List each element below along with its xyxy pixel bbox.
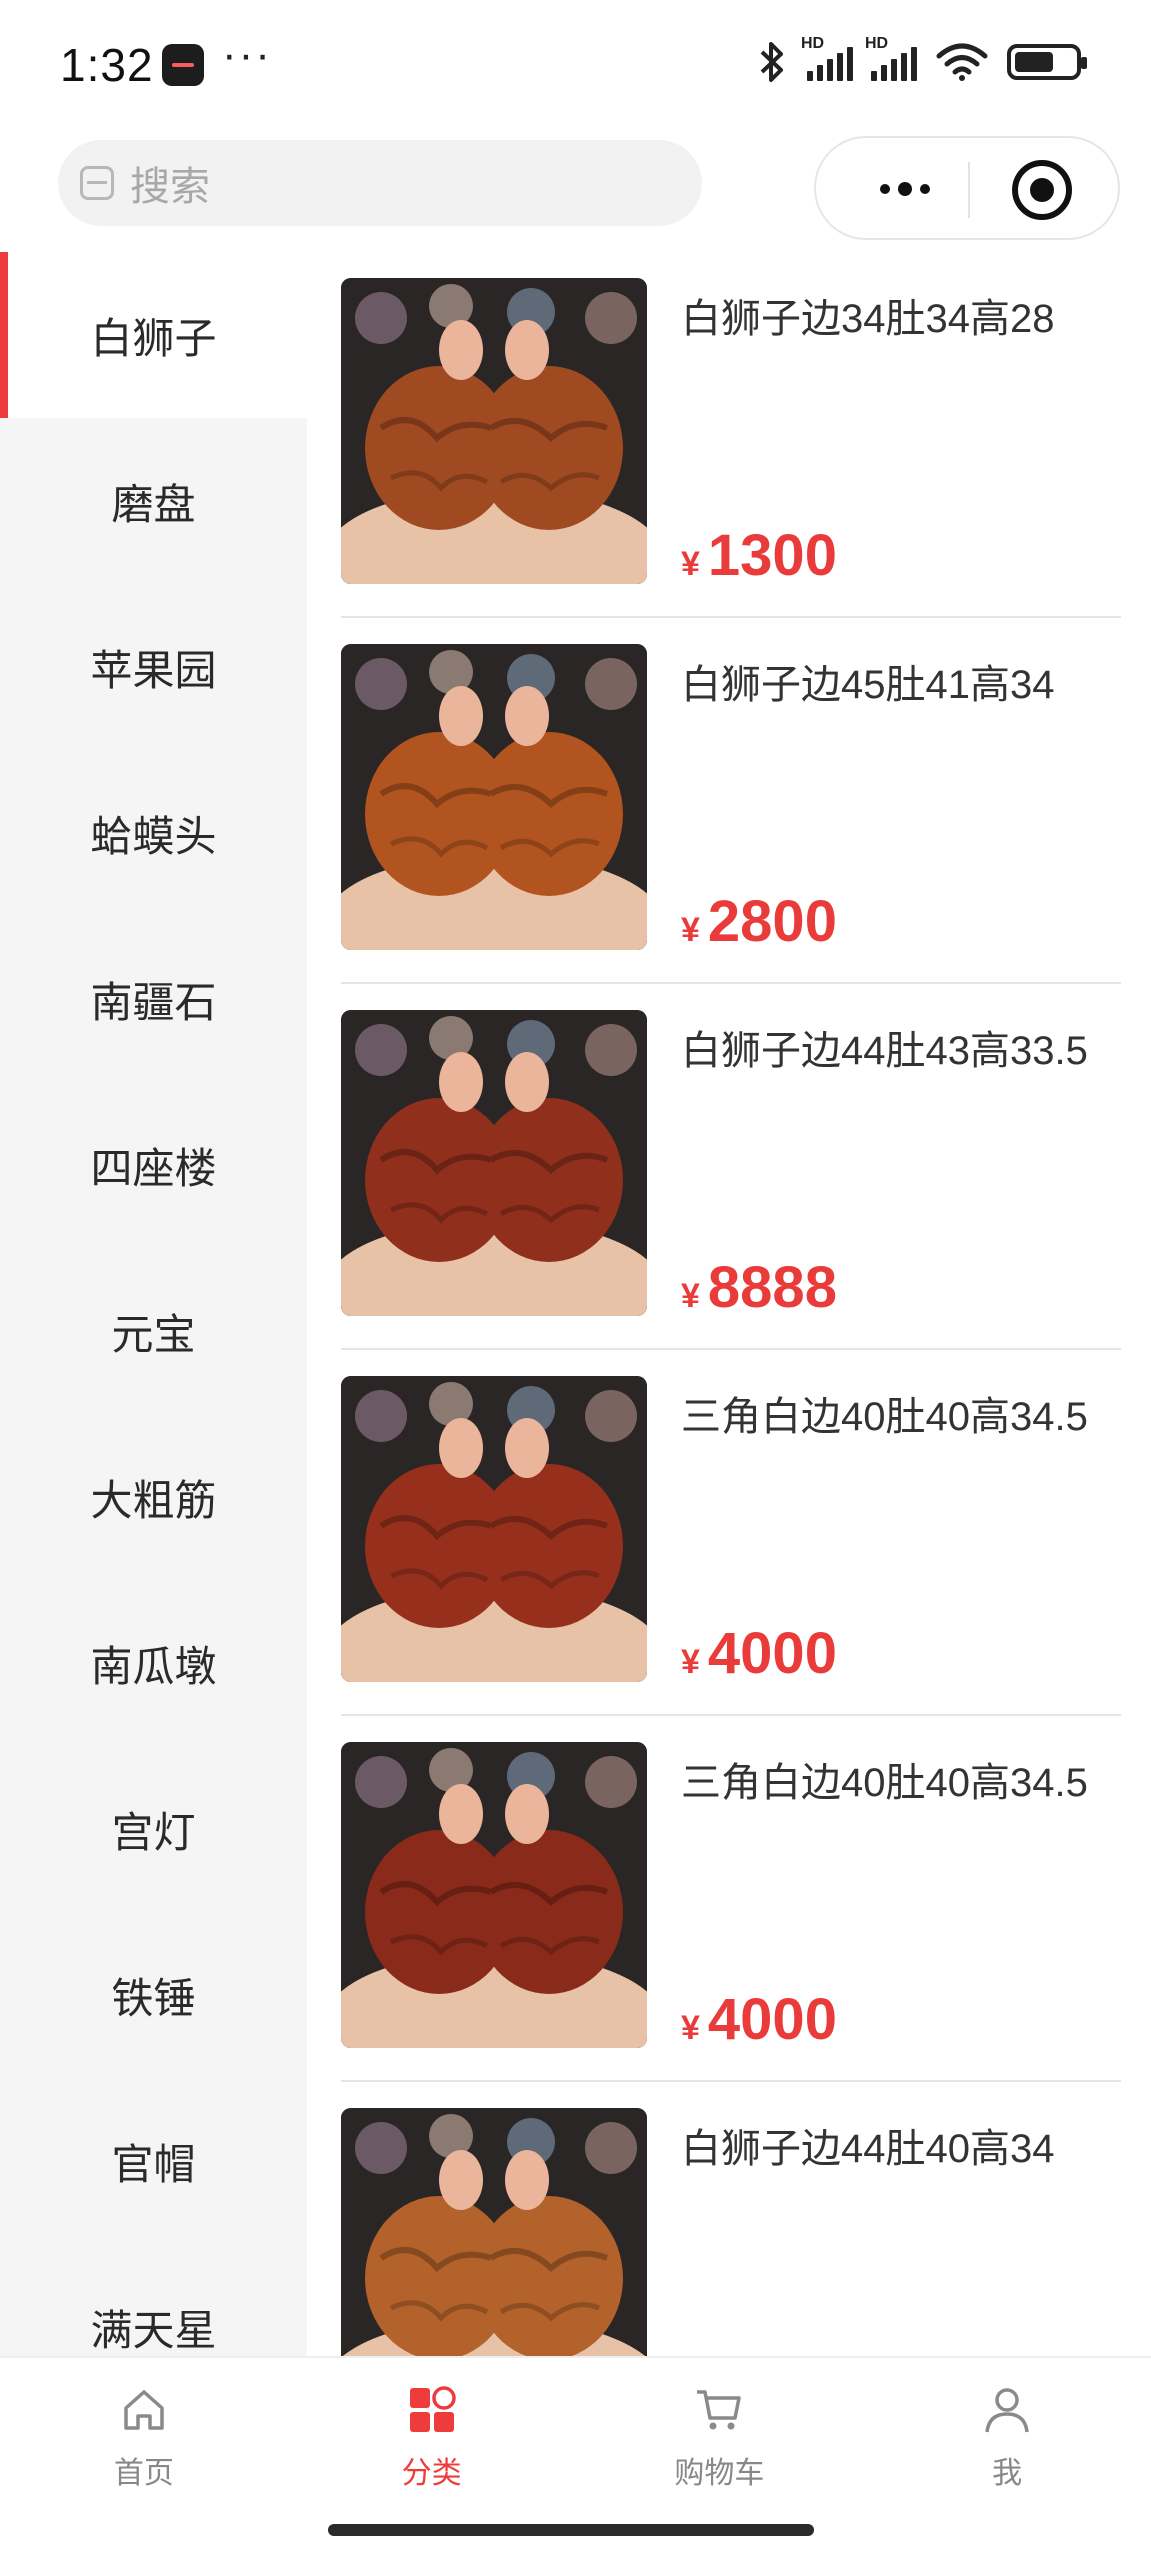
sidebar-item[interactable]: 铁锤	[0, 1912, 307, 2078]
product-title: 三角白边40肚40高34.5	[681, 1395, 1088, 1439]
tab-label: 购物车	[674, 2457, 765, 2490]
wifi-icon	[936, 43, 988, 81]
profile-icon	[981, 2384, 1033, 2436]
price-currency: ¥	[681, 911, 700, 949]
price-currency: ¥	[681, 2009, 700, 2047]
product-price: ¥8888	[681, 1254, 837, 1321]
bluetooth-icon	[760, 42, 783, 82]
tab-profile[interactable]: 我	[863, 2358, 1151, 2508]
bottom-tab-bar: 首页 分类 购物车 我	[0, 2356, 1151, 2508]
more-icon[interactable]	[860, 164, 950, 214]
sidebar-item[interactable]: 官帽	[0, 2078, 307, 2244]
product-card[interactable]: 三角白边40肚40高34.5 ¥4000	[341, 1350, 1121, 1718]
system-icons: HD HD	[755, 35, 1087, 84]
cart-icon	[693, 2384, 745, 2436]
sidebar-item[interactable]: 南瓜墩	[0, 1580, 307, 1746]
price-amount: 4000	[707, 1987, 837, 2052]
product-image[interactable]	[341, 1376, 647, 1682]
product-price: ¥1300	[681, 522, 837, 589]
product-image[interactable]	[341, 644, 647, 950]
product-title: 白狮子边44肚40高34	[681, 2127, 1055, 2171]
tab-label: 首页	[113, 2457, 174, 2490]
miniprogram-capsule	[814, 136, 1120, 240]
tab-category[interactable]: 分类	[288, 2358, 576, 2508]
capsule-divider	[968, 162, 970, 218]
search-placeholder: 搜索	[130, 165, 210, 209]
product-image[interactable]	[341, 278, 647, 584]
product-card[interactable]: 三角白边40肚40高34.5 ¥4000	[341, 1716, 1121, 2084]
product-card[interactable]: 白狮子边34肚34高28 ¥1300	[341, 252, 1121, 620]
tab-home[interactable]: 首页	[0, 2358, 288, 2508]
price-amount: 8888	[707, 1255, 837, 1320]
category-icon	[406, 2384, 458, 2436]
product-price: ¥2800	[681, 888, 837, 955]
status-time: 1:32	[60, 39, 154, 91]
price-amount: 1300	[707, 523, 837, 588]
sidebar-item[interactable]: 南疆石	[0, 916, 307, 1082]
sidebar-item[interactable]: 白狮子	[0, 252, 307, 418]
sidebar-item[interactable]: 蛤蟆头	[0, 750, 307, 916]
search-bar[interactable]: 搜索	[58, 140, 702, 226]
home-indicator	[328, 2524, 814, 2536]
sidebar-item[interactable]: 磨盘	[0, 418, 307, 584]
battery-icon	[1007, 44, 1087, 80]
sidebar-item[interactable]: 苹果园	[0, 584, 307, 750]
product-title: 白狮子边45肚41高34	[681, 663, 1055, 707]
signal-hd-icon: HD	[801, 35, 853, 81]
recorder-app-icon	[162, 44, 204, 86]
product-title: 白狮子边34肚34高28	[681, 297, 1055, 341]
sidebar-item[interactable]: 宫灯	[0, 1746, 307, 1912]
price-currency: ¥	[681, 1643, 700, 1681]
product-price: ¥4000	[681, 1986, 837, 2053]
product-card[interactable]: 白狮子边45肚41高34 ¥2800	[341, 618, 1121, 986]
product-title: 三角白边40肚40高34.5	[681, 1761, 1088, 1805]
tab-label: 分类	[401, 2457, 462, 2490]
product-title: 白狮子边44肚43高33.5	[681, 1029, 1088, 1073]
product-image[interactable]	[341, 2108, 647, 2356]
product-card[interactable]: 白狮子边44肚43高33.5 ¥8888	[341, 984, 1121, 1352]
scan-icon	[80, 166, 114, 200]
product-image[interactable]	[341, 1742, 647, 2048]
sidebar-item[interactable]: 大粗筋	[0, 1414, 307, 1580]
tab-cart[interactable]: 购物车	[576, 2358, 864, 2508]
signal-hd-icon: HD	[865, 35, 917, 81]
product-card[interactable]: 白狮子边44肚40高34	[341, 2082, 1121, 2356]
tab-label: 我	[992, 2457, 1023, 2490]
product-list: 白狮子边34肚34高28 ¥1300 白狮子边45肚41高34 ¥2800 白狮子边44…	[307, 252, 1151, 2356]
sidebar-item[interactable]: 四座楼	[0, 1082, 307, 1248]
price-currency: ¥	[681, 545, 700, 583]
sidebar-item[interactable]: 满天星	[0, 2244, 307, 2356]
product-image[interactable]	[341, 1010, 647, 1316]
status-more-icon: ···	[222, 30, 272, 79]
price-amount: 4000	[707, 1621, 837, 1686]
price-amount: 2800	[707, 889, 837, 954]
product-price: ¥4000	[681, 1620, 837, 1687]
status-bar: 1:32 ··· HD HD	[0, 0, 1151, 128]
category-sidebar: 白狮子 磨盘 苹果园 蛤蟆头 南疆石 四座楼 元宝 大粗筋 南瓜墩 宫灯 铁锤 官帽 满天星	[0, 252, 307, 2356]
home-icon	[118, 2384, 170, 2436]
sidebar-item[interactable]: 元宝	[0, 1248, 307, 1414]
price-currency: ¥	[681, 1277, 700, 1315]
close-miniprogram-icon[interactable]	[1012, 160, 1072, 220]
